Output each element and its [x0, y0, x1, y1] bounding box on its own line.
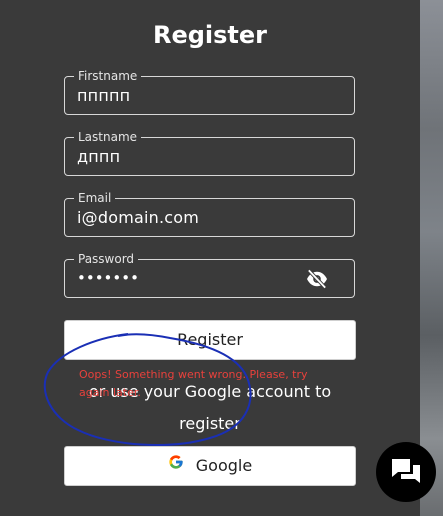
email-value: i@domain.com	[77, 208, 200, 227]
register-panel: Register Firstname ппппп Lastname дппп E…	[0, 0, 420, 516]
lastname-field[interactable]: Lastname дппп	[64, 129, 355, 176]
chat-button[interactable]	[376, 442, 436, 502]
google-button-label: Google	[195, 456, 253, 475]
lastname-value: дппп	[77, 147, 121, 166]
background-photo	[420, 0, 443, 516]
password-label: Password	[74, 251, 139, 267]
google-logo-icon	[168, 446, 184, 484]
firstname-label: Firstname	[74, 68, 142, 84]
password-field[interactable]: Password •••••••	[64, 251, 355, 298]
password-value: •••••••	[77, 269, 139, 287]
error-message: Oops! Something went wrong. Please, try …	[79, 368, 308, 399]
page-title: Register	[152, 21, 268, 49]
google-button[interactable]: Google	[64, 446, 356, 486]
email-field[interactable]: Email i@domain.com	[64, 190, 355, 237]
eye-off-icon[interactable]	[306, 269, 328, 289]
firstname-field[interactable]: Firstname ппппп	[64, 68, 355, 115]
chat-icon	[392, 459, 420, 483]
lastname-label: Lastname	[74, 129, 142, 145]
firstname-value: ппппп	[77, 86, 131, 105]
register-button[interactable]: Register	[64, 320, 356, 360]
email-label: Email	[74, 190, 116, 206]
